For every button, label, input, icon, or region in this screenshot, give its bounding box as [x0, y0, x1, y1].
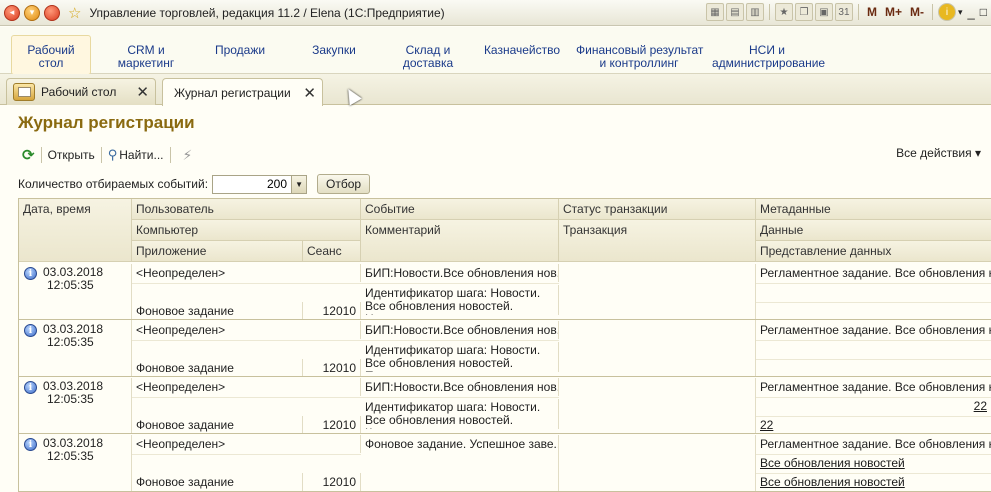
count-input[interactable] [212, 174, 293, 194]
session-cell: 12010 [303, 359, 361, 377]
section-financial-result[interactable]: Финансовый результат и контроллинг [576, 44, 703, 70]
filter-button[interactable]: Отбор [317, 174, 371, 194]
window-title: Управление торговлей, редакция 11.2 / El… [89, 5, 445, 20]
status-cell [559, 321, 756, 376]
section-warehouse[interactable]: Склад и доставка [398, 44, 458, 70]
header-metadata[interactable]: Метаданные [756, 199, 991, 220]
event-cell: БИП:Новости.Все обновления нов... [361, 321, 559, 339]
refresh-icon: ⟳ [22, 147, 35, 164]
data-link[interactable]: 22 [756, 397, 991, 415]
application-cell: Фоновое задание [132, 473, 303, 491]
chevron-down-icon[interactable]: ▾ [958, 7, 963, 18]
comment-cell: Идентификатор шага: Новости. Все обновле… [361, 342, 559, 372]
page-title: Журнал регистрации [18, 113, 195, 132]
application-cell: Фоновое задание [132, 359, 303, 377]
section-desktop[interactable]: Рабочий стол [11, 35, 91, 75]
application-cell: Фоновое задание [132, 302, 303, 320]
header-transaction[interactable]: Транзакция [559, 220, 756, 262]
session-cell: 12010 [303, 416, 361, 434]
user-cell: <Неопределен> [132, 321, 361, 339]
section-bar: Рабочий стол CRM и маркетинг Продажи Закуп… [0, 27, 991, 75]
info-icon: i [24, 381, 37, 394]
find-button[interactable]: ⚲ Найти... [104, 147, 168, 163]
preview-icon[interactable]: ▥ [745, 3, 764, 21]
tab-desktop[interactable]: Рабочий стол ✕ [6, 78, 156, 105]
event-cell: Фоновое задание. Успешное заве... [361, 435, 559, 491]
section-treasury[interactable]: Казначейство [482, 44, 562, 57]
all-actions-button[interactable]: Все действия ▾ [896, 146, 981, 160]
tab-label: Рабочий стол [41, 85, 117, 99]
section-crm[interactable]: CRM и маркетинг [108, 44, 184, 70]
status-cell [559, 435, 756, 491]
header-data[interactable]: Данные [756, 220, 991, 241]
filter-row: Количество отбираемых событий: ▼ Отбор [18, 174, 371, 194]
memory-minus-button[interactable]: M- [907, 5, 927, 19]
header-application[interactable]: Приложение [132, 241, 303, 262]
count-dropdown-icon[interactable]: ▼ [292, 174, 308, 194]
record-icon[interactable] [44, 4, 60, 21]
user-cell: <Неопределен> [132, 378, 361, 396]
favorites-star-icon[interactable]: ☆ [68, 4, 81, 22]
info-menu-icon[interactable]: i [937, 3, 956, 21]
refresh-button[interactable]: ⟳ [18, 146, 39, 164]
info-icon: i [24, 324, 37, 337]
calendar-icon[interactable]: 31 [834, 3, 853, 21]
save-icon[interactable]: ▦ [705, 3, 724, 21]
status-cell [559, 264, 756, 321]
event-cell: БИП:Новости.Все обновления нов... [361, 378, 559, 396]
info-icon: i [24, 267, 37, 280]
main-menu-icon[interactable]: ▾ [24, 4, 40, 21]
minimize-icon[interactable]: _ [968, 5, 975, 20]
comment-cell: Идентификатор шага: Новости. Все обновле… [361, 285, 559, 315]
info-icon: i [24, 438, 37, 451]
maximize-icon[interactable]: □ [980, 5, 987, 19]
tab-strip: Рабочий стол ✕ Журнал регистрации ✕ [0, 74, 991, 106]
tab-label: Журнал регистрации [174, 85, 291, 100]
metadata-cell: Регламентное задание. Все обновления н..… [756, 435, 991, 453]
toolbar: ⟳ Открыть ⚲ Найти... ⚡ [18, 144, 192, 166]
copy-icon[interactable]: ❐ [794, 3, 813, 21]
data-link[interactable]: Все обновления новостей [756, 454, 991, 472]
metadata-cell: Регламентное задание. Все обновления н..… [756, 321, 991, 339]
favorites-icon[interactable]: ★ [774, 3, 793, 21]
user-cell: <Неопределен> [132, 435, 361, 453]
close-icon[interactable]: ✕ [303, 84, 316, 102]
tab-event-log[interactable]: Журнал регистрации ✕ [162, 78, 323, 106]
section-purchases[interactable]: Закупки [305, 44, 363, 57]
header-user[interactable]: Пользователь [132, 199, 361, 220]
open-button[interactable]: Открыть [44, 148, 99, 162]
memory-m-button[interactable]: M [864, 5, 880, 19]
metadata-cell: Регламентное задание. Все обновления н..… [756, 378, 991, 396]
header-session[interactable]: Сеанс [303, 241, 361, 262]
event-log-table: Дата, время Пользователь Событие Статус … [18, 198, 991, 492]
session-cell: 12010 [303, 302, 361, 320]
header-computer[interactable]: Компьютер [132, 220, 361, 241]
session-cell: 12010 [303, 473, 361, 491]
title-bar: ◂ ▾ ☆ Управление торговлей, редакция 11.… [0, 0, 991, 26]
plug-icon[interactable]: ⚡ [183, 147, 193, 164]
app-menu-icon[interactable]: ◂ [4, 4, 20, 21]
header-event[interactable]: Событие [361, 199, 559, 220]
comment-cell: Идентификатор шага: Новости. Все обновле… [361, 399, 559, 429]
user-cell: <Неопределен> [132, 264, 361, 282]
desktop-icon [13, 83, 35, 101]
print-icon[interactable]: ▤ [725, 3, 744, 21]
status-cell [559, 378, 756, 433]
magnifier-icon: ⚲ [107, 147, 118, 162]
application-cell: Фоновое задание [132, 416, 303, 434]
section-admin[interactable]: НСИ и администрирование [712, 44, 825, 70]
calculator-icon[interactable]: ▣ [814, 3, 833, 21]
header-transaction-status[interactable]: Статус транзакции [559, 199, 756, 220]
section-sales[interactable]: Продажи [210, 44, 270, 57]
header-data-representation[interactable]: Представление данных [756, 241, 991, 262]
header-date[interactable]: Дата, время [19, 199, 132, 262]
close-icon[interactable]: ✕ [136, 83, 149, 101]
count-label: Количество отбираемых событий: [18, 177, 209, 191]
memory-plus-button[interactable]: M+ [882, 5, 905, 19]
data-representation-link[interactable]: 22 [756, 416, 991, 434]
data-representation-link[interactable]: Все обновления новостей [756, 473, 991, 491]
event-cell: БИП:Новости.Все обновления нов... [361, 264, 559, 282]
header-comment[interactable]: Комментарий [361, 220, 559, 262]
metadata-cell: Регламентное задание. Все обновления н..… [756, 264, 991, 282]
